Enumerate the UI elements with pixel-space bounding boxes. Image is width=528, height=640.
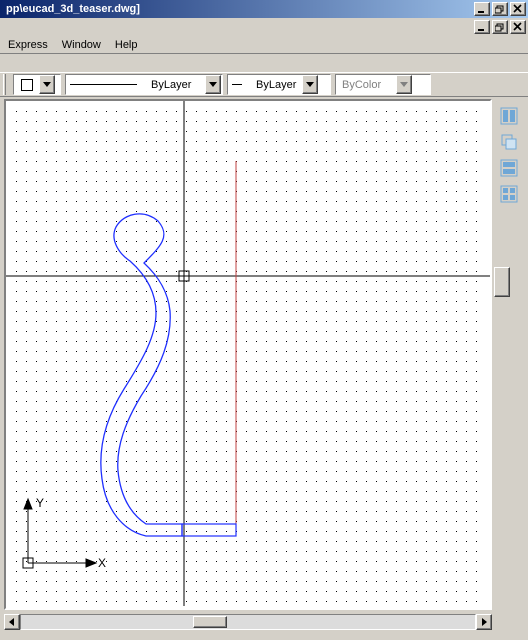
linetype-combo[interactable]: ByLayer <box>65 74 223 95</box>
caption-restore-button[interactable] <box>492 2 508 16</box>
lineweight-label: ByLayer <box>250 79 302 91</box>
lineweight-combo[interactable]: ByLayer <box>227 74 331 95</box>
menu-window[interactable]: Window <box>62 39 101 51</box>
mdi-restore-button[interactable] <box>492 20 508 34</box>
toolbar-grip[interactable] <box>3 74 6 95</box>
linetype-sample <box>66 75 145 94</box>
drawing-canvas[interactable]: Y X <box>6 101 490 606</box>
hscroll-track[interactable] <box>20 614 476 630</box>
menubar: Express Window Help <box>0 36 528 54</box>
linetype-label: ByLayer <box>145 79 205 91</box>
hscroll-left-button[interactable] <box>4 614 20 630</box>
chevron-down-icon <box>39 75 55 94</box>
mdi-close-button[interactable] <box>510 20 526 34</box>
chevron-down-icon <box>205 75 221 94</box>
color-swatch <box>14 75 39 94</box>
menu-express[interactable]: Express <box>8 39 48 51</box>
toolbar-gap <box>0 54 528 72</box>
drawing-canvas-frame: Y X <box>4 99 492 610</box>
properties-toolbar: ByLayer ByLayer ByColor <box>0 72 528 97</box>
vertical-scroll-thumb[interactable] <box>494 267 510 297</box>
tile-quad-icon[interactable] <box>498 183 520 205</box>
titlebar: pp\eucad_3d_teaser.dwg] <box>0 0 528 18</box>
titlebar-path: pp\eucad_3d_teaser.dwg] <box>2 3 472 15</box>
workarea: Y X <box>0 97 528 640</box>
tile-vert-icon[interactable] <box>498 105 520 127</box>
caption-close-button[interactable] <box>510 2 526 16</box>
caption-minimize-button[interactable] <box>474 2 490 16</box>
axis-y-label: Y <box>36 496 44 510</box>
menu-help[interactable]: Help <box>115 39 138 51</box>
chevron-down-icon <box>302 75 318 94</box>
tile-horiz-icon[interactable] <box>498 157 520 179</box>
axis-x-label: X <box>98 556 106 570</box>
hscroll-right-button[interactable] <box>476 614 492 630</box>
hscroll-thumb[interactable] <box>193 616 227 628</box>
right-toolstrip <box>498 105 522 205</box>
chevron-down-icon <box>396 75 412 94</box>
plotstyle-combo: ByColor <box>335 74 431 95</box>
plotstyle-label: ByColor <box>336 79 396 91</box>
lineweight-sample <box>228 75 250 94</box>
color-combo[interactable] <box>13 74 61 95</box>
horizontal-scrollbar <box>4 614 492 630</box>
color-swatch-square <box>21 79 33 91</box>
mdi-minimize-button[interactable] <box>474 20 490 34</box>
mdi-caption-row <box>0 18 528 36</box>
tile-cascade-icon[interactable] <box>498 131 520 153</box>
